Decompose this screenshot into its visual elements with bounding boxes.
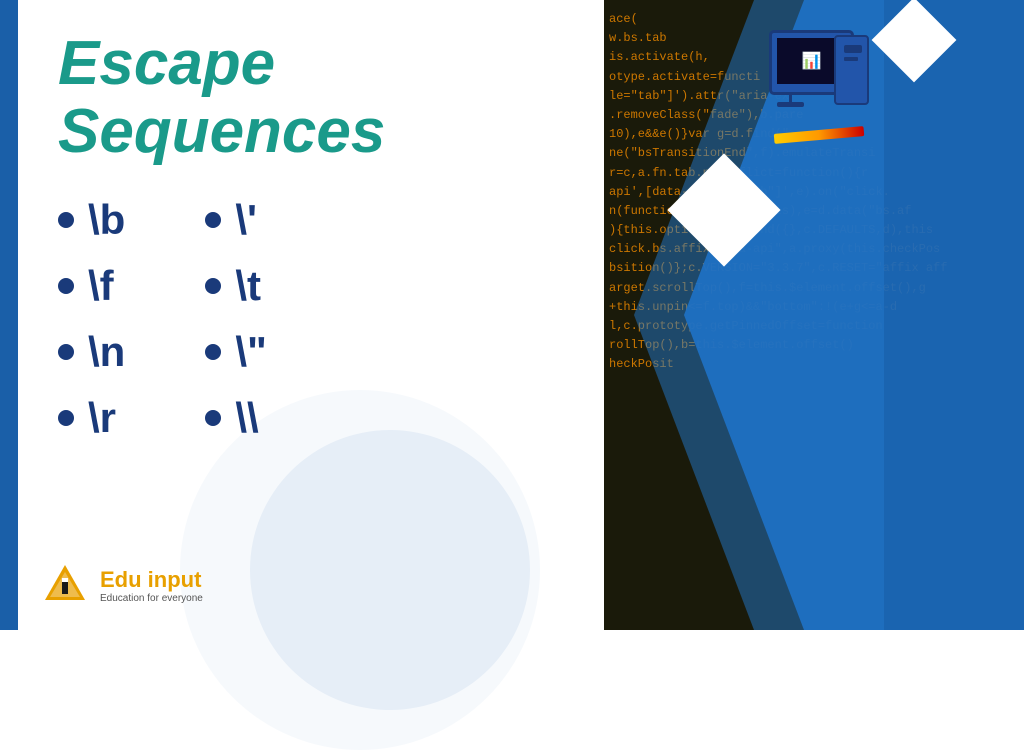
tower-button-1 <box>844 45 862 53</box>
page-title: Escape Sequences <box>58 30 598 166</box>
bullet-label: \\ <box>235 394 258 442</box>
monitor-screen-content: 📊 <box>802 51 822 71</box>
right-bullet-item-2: \" <box>205 328 267 376</box>
tower-graphic <box>834 35 869 105</box>
bullet-dot <box>205 278 221 294</box>
bullet-dot <box>58 410 74 426</box>
bullet-label: \f <box>88 262 114 310</box>
computer-icon: 📊 <box>739 30 869 140</box>
bullet-label: \t <box>235 262 261 310</box>
right-bullet-item-3: \\ <box>205 394 267 442</box>
bullet-dot <box>205 410 221 426</box>
bullet-label: \' <box>235 196 257 244</box>
content-columns: \b \f \n \r \' \t \" \\ <box>58 196 598 442</box>
main-content: Escape Sequences \b \f \n \r \' \t \" <box>18 0 638 630</box>
logo-text-area: Edu input Education for everyone <box>100 567 203 604</box>
bullet-label: \r <box>88 394 116 442</box>
left-bullet-item-1: \f <box>58 262 125 310</box>
bullet-dot <box>58 278 74 294</box>
bullet-dot <box>205 212 221 228</box>
tower-button-2 <box>844 57 858 61</box>
logo-area: Edu input Education for everyone <box>40 560 203 610</box>
logo-tagline: Education for everyone <box>100 593 203 604</box>
logo-icon <box>40 560 90 610</box>
left-accent-bar <box>0 0 18 630</box>
left-bullet-item-3: \r <box>58 394 125 442</box>
right-bullet-item-0: \' <box>205 196 267 244</box>
bullet-dot <box>205 344 221 360</box>
left-column: \b \f \n \r <box>58 196 125 442</box>
right-column: \' \t \" \\ <box>205 196 267 442</box>
bullet-dot <box>58 344 74 360</box>
logo-input: input <box>148 567 202 592</box>
right-bullet-item-1: \t <box>205 262 267 310</box>
logo-edu: Edu <box>100 567 148 592</box>
logo-name: Edu input <box>100 567 203 593</box>
left-bullet-item-0: \b <box>58 196 125 244</box>
bullet-label: \" <box>235 328 267 376</box>
left-bullet-item-2: \n <box>58 328 125 376</box>
bullet-label: \b <box>88 196 125 244</box>
monitor-base <box>777 102 804 107</box>
bullet-label: \n <box>88 328 125 376</box>
bullet-dot <box>58 212 74 228</box>
